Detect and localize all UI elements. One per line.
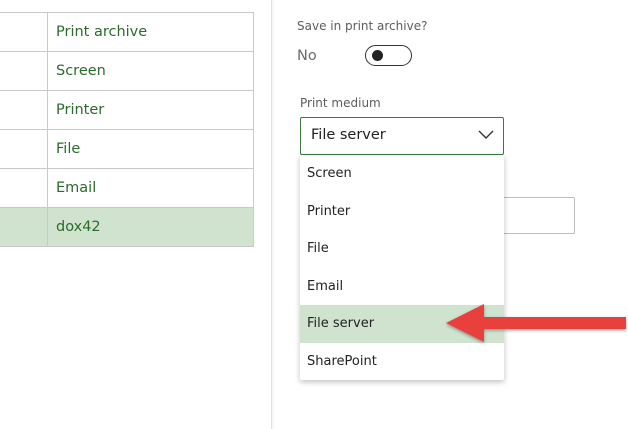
- arrow-left-icon: [446, 304, 626, 342]
- list-item-label: Screen: [56, 63, 106, 79]
- list-item-label: File: [56, 141, 81, 157]
- chevron-down-icon[interactable]: [477, 128, 495, 140]
- toggle-knob: [372, 50, 383, 61]
- archive-toggle-label: Save in print archive?: [297, 19, 428, 33]
- dropdown-option-file[interactable]: File: [300, 230, 504, 268]
- list-item-label: dox42: [56, 219, 101, 235]
- dropdown-option-sharepoint[interactable]: SharePoint: [300, 343, 504, 381]
- print-destination-list: Print archive Screen Printer File Email …: [0, 12, 254, 247]
- list-item-email[interactable]: Email: [0, 169, 253, 208]
- archive-toggle-value: No: [297, 48, 317, 64]
- print-destination-panel: Print archive Screen Printer File Email …: [0, 0, 272, 429]
- dropdown-option-email[interactable]: Email: [300, 268, 504, 306]
- row-selector[interactable]: [0, 169, 48, 207]
- list-item-dox42[interactable]: dox42: [0, 208, 253, 247]
- list-item-file[interactable]: File: [0, 130, 253, 169]
- row-selector[interactable]: [0, 91, 48, 129]
- list-item-label: Print archive: [56, 24, 148, 40]
- list-item-screen[interactable]: Screen: [0, 52, 253, 91]
- print-medium-select[interactable]: File server: [300, 117, 504, 155]
- list-item-printer[interactable]: Printer: [0, 91, 253, 130]
- print-medium-dropdown: Screen Printer File Email File server Sh…: [300, 155, 504, 380]
- row-selector[interactable]: [0, 130, 48, 168]
- archive-toggle[interactable]: [365, 45, 412, 66]
- page: Print archive Screen Printer File Email …: [0, 0, 628, 429]
- list-item-print-archive[interactable]: Print archive: [0, 13, 253, 52]
- row-selector[interactable]: [0, 13, 48, 51]
- row-selector[interactable]: [0, 52, 48, 90]
- print-medium-value: File server: [311, 127, 386, 143]
- print-medium-label: Print medium: [300, 96, 381, 110]
- list-item-label: Printer: [56, 102, 105, 118]
- list-item-label: Email: [56, 180, 97, 196]
- dropdown-option-printer[interactable]: Printer: [300, 193, 504, 231]
- dropdown-option-screen[interactable]: Screen: [300, 155, 504, 193]
- row-selector[interactable]: [0, 208, 48, 246]
